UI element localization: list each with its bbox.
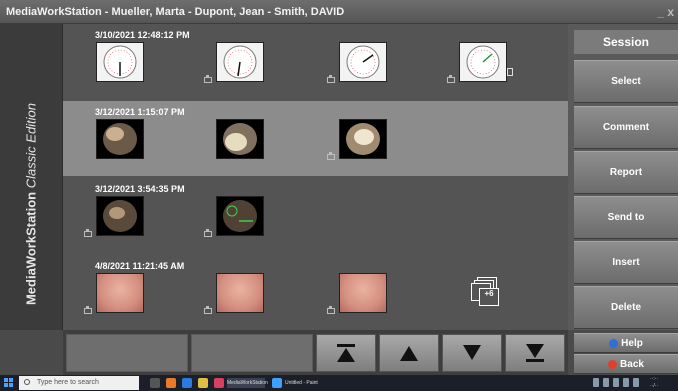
taskbar-clock[interactable]: ··:·· ··/··	[650, 376, 658, 390]
last-page-button[interactable]	[505, 334, 565, 372]
panel-header: Session	[574, 30, 678, 54]
paint-taskbar-icon[interactable]	[272, 378, 282, 388]
task-view-icon[interactable]	[150, 378, 160, 388]
help-button[interactable]: Help	[574, 333, 678, 353]
camera-icon	[84, 306, 92, 314]
session-date: 4/8/2021 11:21:45 AM	[95, 261, 185, 271]
camera-icon	[204, 229, 212, 237]
tray-icon[interactable]	[603, 378, 609, 387]
camera-icon	[327, 75, 335, 83]
app-icon[interactable]	[166, 378, 176, 388]
report-button[interactable]: Report	[574, 151, 678, 194]
endoscope-thumbnail[interactable]	[216, 119, 264, 159]
endoscope-thumbnail[interactable]	[339, 119, 387, 159]
gauge-thumbnail[interactable]	[96, 42, 144, 82]
bottom-toolbar	[63, 330, 568, 375]
comment-button[interactable]: Comment	[574, 106, 678, 149]
taskbar-search-input[interactable]: Type here to search	[19, 376, 139, 390]
back-button[interactable]: Back	[574, 354, 678, 374]
help-label: Help	[621, 337, 643, 349]
send-to-button[interactable]: Send to	[574, 196, 678, 239]
first-page-button[interactable]	[316, 334, 376, 372]
first-page-icon	[337, 344, 355, 362]
brand-sidebar: MediaWorkStation Classic Edition	[0, 24, 63, 330]
document-icon	[507, 68, 513, 76]
camera-icon	[327, 152, 335, 160]
more-images-button[interactable]: +6	[469, 277, 499, 306]
tray-icon[interactable]	[593, 378, 599, 387]
skin-thumbnail[interactable]	[216, 273, 264, 313]
insert-button[interactable]: Insert	[574, 241, 678, 284]
window-controls[interactable]: _ x	[657, 0, 674, 24]
arrow-down-icon	[463, 345, 481, 360]
help-icon	[609, 338, 619, 348]
more-images-count: +6	[479, 288, 499, 306]
tray-icon[interactable]	[613, 378, 619, 387]
last-page-icon	[526, 344, 544, 362]
session-date: 3/10/2021 12:48:12 PM	[95, 30, 190, 40]
session-row-selected[interactable]: 3/12/2021 1:15:07 PM	[63, 101, 568, 176]
skin-thumbnail[interactable]	[96, 273, 144, 313]
delete-button[interactable]: Delete	[574, 286, 678, 329]
previous-page-button[interactable]	[379, 334, 439, 372]
os-taskbar: Type here to search MediaWorkStation Unt…	[0, 375, 678, 391]
search-icon	[24, 379, 30, 385]
session-date: 3/12/2021 3:54:35 PM	[95, 184, 185, 194]
gauge-thumbnail[interactable]	[459, 42, 507, 82]
file-explorer-icon[interactable]	[198, 378, 208, 388]
skin-thumbnail[interactable]	[339, 273, 387, 313]
session-row[interactable]: 3/10/2021 12:48:12 PM	[63, 24, 568, 99]
action-panel: Session Select Comment Report Send to In…	[568, 24, 678, 330]
camera-icon	[204, 306, 212, 314]
session-row[interactable]: 3/12/2021 3:54:35 PM	[63, 178, 568, 253]
brand-edition: Classic Edition	[23, 102, 39, 189]
edge-browser-icon[interactable]	[182, 378, 192, 388]
tray-icon[interactable]	[633, 378, 639, 387]
endoscope-thumbnail[interactable]	[96, 196, 144, 236]
camera-icon	[327, 306, 335, 314]
mediaworkstation-taskbar-icon[interactable]	[214, 378, 224, 388]
gauge-thumbnail[interactable]	[216, 42, 264, 82]
brand-label: MediaWorkStation Classic Edition	[24, 103, 39, 305]
endoscope-thumbnail[interactable]	[96, 119, 144, 159]
taskbar-search-placeholder: Type here to search	[37, 379, 99, 386]
empty-slot-button[interactable]	[191, 334, 313, 372]
select-button[interactable]: Select	[574, 60, 678, 103]
media-gallery: 3/10/2021 12:48:12 PM 3/12/2021 1:15:07 …	[63, 24, 568, 330]
camera-icon	[204, 75, 212, 83]
camera-icon	[84, 229, 92, 237]
mediaworkstation-taskbar-label[interactable]: MediaWorkStation	[227, 378, 268, 388]
window-title-bar: MediaWorkStation - Mueller, Marta - Dupo…	[0, 0, 678, 24]
gauge-thumbnail[interactable]	[339, 42, 387, 82]
session-row[interactable]: 4/8/2021 11:21:45 AM +6	[63, 255, 568, 330]
back-label: Back	[620, 358, 644, 370]
tray-icon[interactable]	[623, 378, 629, 387]
empty-slot-button[interactable]	[66, 334, 188, 372]
session-date: 3/12/2021 1:15:07 PM	[95, 107, 185, 117]
endoscope-thumbnail[interactable]	[216, 196, 264, 236]
window-title: MediaWorkStation - Mueller, Marta - Dupo…	[6, 6, 345, 18]
windows-start-icon[interactable]	[4, 378, 14, 388]
arrow-up-icon	[400, 346, 418, 361]
paint-taskbar-label[interactable]: Untitled - Paint	[285, 378, 327, 388]
back-icon	[608, 359, 618, 369]
next-page-button[interactable]	[442, 334, 502, 372]
brand-name: MediaWorkStation	[23, 191, 39, 306]
camera-icon	[447, 75, 455, 83]
